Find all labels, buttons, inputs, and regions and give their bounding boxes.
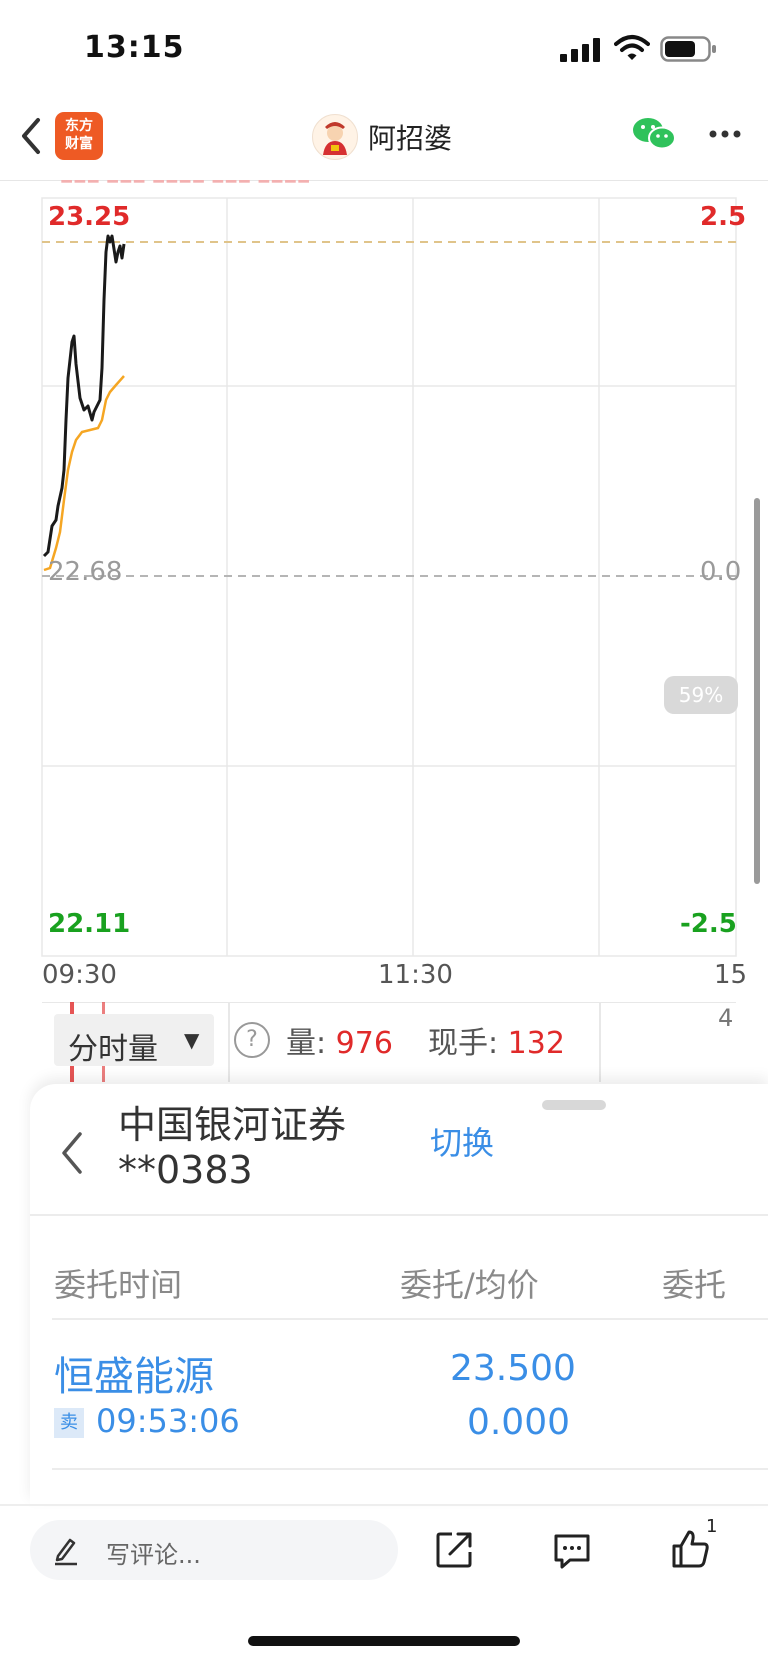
- header-order-time: 委托时间: [54, 1266, 183, 1304]
- price-low-label: 22.11: [48, 909, 131, 939]
- scroll-percent-badge: 59%: [664, 676, 738, 714]
- comment-placeholder: 写评论...: [106, 1541, 201, 1569]
- header-order-qty: 委托: [662, 1266, 727, 1304]
- selector-label: 分时量: [68, 1032, 158, 1067]
- scrollbar[interactable]: [754, 498, 760, 884]
- order-avg-price: 0.000: [466, 1402, 570, 1443]
- avatar-figure-icon: [323, 122, 347, 155]
- comment-input[interactable]: 写评论...: [30, 1520, 398, 1580]
- volume-axis-value: 4: [718, 1004, 734, 1032]
- broker-name: 中国银河证券: [118, 1103, 347, 1147]
- average-price-line: [43, 375, 125, 572]
- switch-account-button[interactable]: 切换: [430, 1118, 494, 1164]
- x-start-label: 09:30: [42, 960, 117, 990]
- more-icon[interactable]: [708, 128, 742, 140]
- page-title: 阿招婆: [368, 122, 453, 155]
- table-row[interactable]: 恒盛能源 卖 09:53:06 23.500 0.000: [30, 1320, 768, 1460]
- hand-value: 132: [507, 1026, 565, 1061]
- x-mid-label: 11:30: [378, 960, 453, 990]
- battery-icon: [660, 36, 716, 62]
- dropdown-arrow-icon: ▼: [184, 1028, 200, 1052]
- back-icon[interactable]: [18, 116, 44, 156]
- drag-handle[interactable]: [542, 1100, 606, 1110]
- pct-mid-label: 0.0: [700, 557, 742, 587]
- pct-high-label: 2.5: [700, 202, 747, 232]
- order-price: 23.500: [450, 1348, 576, 1389]
- wifi-icon: [614, 35, 650, 60]
- intraday-chart[interactable]: ■■■ ■■■ ■■■■ ■■■ ■■■■ 23.25 22.68 22.11 …: [0, 180, 768, 1080]
- order-time: 09:53:06: [96, 1402, 240, 1440]
- volume-value: 976: [335, 1026, 393, 1061]
- share-icon[interactable]: [434, 1530, 474, 1570]
- app-logo[interactable]: 东方 财富: [55, 112, 103, 160]
- status-time: 13:15: [84, 30, 185, 65]
- app-logo-line1: 东方: [65, 118, 93, 134]
- hand-label: 现手:: [428, 1026, 499, 1061]
- x-end-label: 15: [714, 960, 748, 990]
- like-count: 1: [706, 1516, 718, 1537]
- pct-low-label: -2.5: [680, 909, 737, 939]
- volume-strip: 分时量 ▼ ? 量: 976 现手: 132 4: [42, 1002, 736, 1082]
- bottom-bar: [0, 1504, 768, 1506]
- comment-icon[interactable]: [552, 1532, 592, 1570]
- price-high-label: 23.25: [48, 202, 131, 232]
- pencil-icon: [55, 1538, 77, 1566]
- order-stock-name[interactable]: 恒盛能源: [54, 1344, 214, 1402]
- volume-label: 量:: [286, 1026, 327, 1061]
- account-number: **0383: [118, 1148, 253, 1192]
- clipped-header-text: ■■■ ■■■ ■■■■ ■■■ ■■■■: [60, 180, 310, 189]
- price-line: [42, 234, 126, 558]
- panel-back-icon[interactable]: [58, 1130, 86, 1176]
- order-panel: 中国银河证券 **0383 切换 委托时间 委托/均价 委托 恒盛能源 卖 09…: [30, 1084, 768, 1504]
- wechat-icon[interactable]: [632, 116, 676, 152]
- avatar[interactable]: [312, 114, 358, 160]
- app-logo-line2: 财富: [65, 136, 93, 152]
- signal-icon: [560, 38, 602, 62]
- home-indicator[interactable]: [248, 1636, 520, 1646]
- sell-badge: 卖: [54, 1408, 84, 1438]
- price-mid-label: 22.68: [48, 557, 123, 587]
- volume-type-selector[interactable]: 分时量 ▼: [54, 1014, 214, 1067]
- header-order-price: 委托/均价: [400, 1266, 539, 1304]
- help-icon[interactable]: ?: [234, 1022, 270, 1058]
